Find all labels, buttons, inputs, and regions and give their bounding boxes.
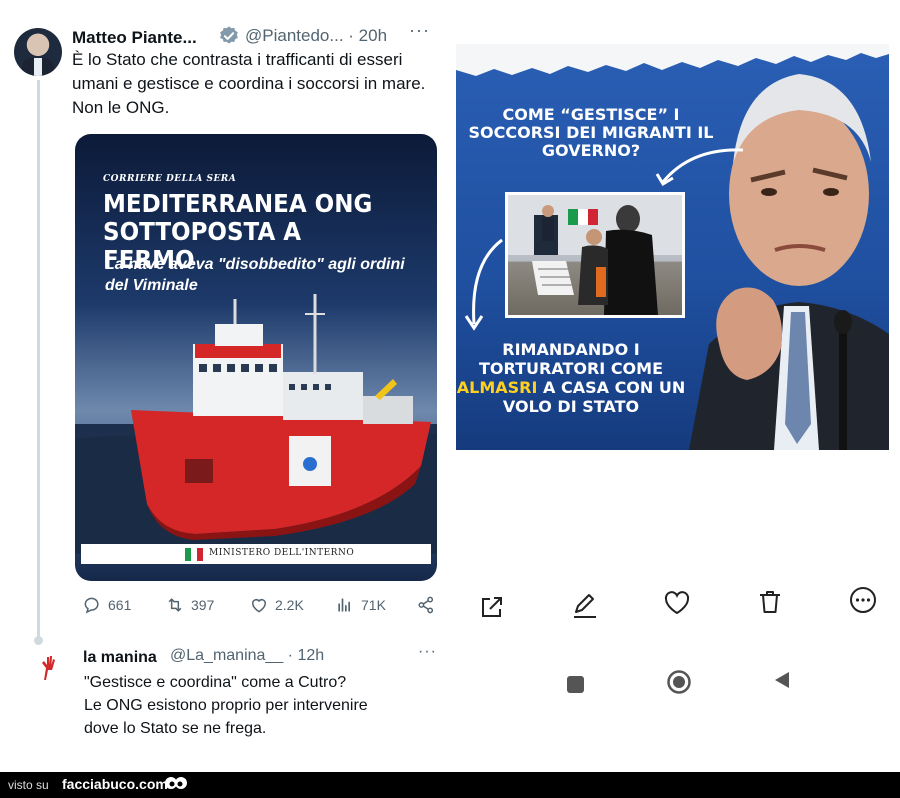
reply-author-name[interactable]: la manina [83, 649, 157, 667]
tweet-time[interactable]: · 20h [348, 26, 387, 45]
share-icon[interactable] [477, 592, 507, 622]
back-icon[interactable] [772, 670, 792, 690]
like-icon [252, 599, 266, 613]
political-meme-card[interactable]: COME “GESTISCE” I SOCCORSI DEI MIGRANTI … [456, 44, 889, 450]
home-icon[interactable] [666, 669, 692, 695]
reply-icon [84, 597, 99, 614]
card-answer-part1: RIMANDANDO I TORTURATORI COME [478, 340, 664, 378]
tweet-image-card[interactable]: CORRIERE DELLA SERA MEDITERRANEA ONG SOT… [75, 134, 437, 581]
retweet-icon [168, 598, 182, 612]
eyes-logo-icon [165, 777, 187, 789]
thread-dot [34, 636, 43, 645]
thread-line [37, 80, 40, 640]
share-action[interactable] [416, 595, 436, 615]
card-subheadline: La nave aveva "disobbedito" agli ordini … [105, 256, 405, 294]
reply-text: "Gestisce e coordina" come a Cutro? Le O… [84, 671, 444, 740]
reply-time[interactable]: · 12h [288, 647, 324, 664]
recents-icon[interactable] [567, 676, 584, 693]
author-handle[interactable]: @Piantedo... [245, 26, 344, 45]
politician-photo [689, 74, 889, 450]
site-name[interactable]: facciabuco.com [62, 776, 168, 792]
newspaper-name: CORRIERE DELLA SERA [103, 174, 237, 184]
more-icon[interactable] [848, 585, 878, 615]
like-action[interactable]: 2.2K [249, 595, 304, 615]
retweet-action[interactable]: 397 [165, 595, 214, 615]
retweet-count: 397 [191, 597, 215, 613]
edit-icon[interactable] [570, 590, 600, 620]
curved-arrow-icon [655, 148, 744, 187]
reply-text-line: dove lo Stato se ne frega. [84, 720, 267, 737]
heart-icon[interactable] [662, 588, 692, 618]
airport-photo [505, 192, 685, 318]
tweet-text: È lo Stato che contrasta i trafficanti d… [72, 50, 426, 117]
reply-text-line: "Gestisce e coordina" come a Cutro? [84, 674, 347, 691]
verified-badge-icon [220, 26, 238, 44]
reply-count: 661 [108, 597, 132, 613]
watermark-bar: visto su facciabuco.com [0, 772, 900, 798]
reply-action[interactable]: 661 [82, 595, 131, 615]
airport-scene [508, 195, 682, 315]
author-handle-time[interactable]: @Piantedo... · 20h [245, 26, 387, 46]
trash-icon[interactable] [755, 587, 785, 617]
reply-handle-time[interactable]: @La_manina__ · 12h [170, 647, 324, 665]
author-avatar[interactable] [14, 28, 62, 76]
author-name[interactable]: Matteo Piante... [72, 28, 197, 48]
views-icon [338, 598, 350, 612]
card-answer: RIMANDANDO I TORTURATORI COME ALMASRI A … [456, 340, 686, 416]
tweet-more-button[interactable]: ··· [409, 20, 430, 41]
reply-text-line: Le ONG esistono proprio per intervenire [84, 697, 368, 714]
curved-arrow-down-icon [464, 238, 503, 331]
card-answer-highlight: ALMASRI [456, 378, 538, 397]
visto-su-label: visto su [8, 778, 49, 792]
italian-flag-icon [185, 548, 203, 561]
like-count: 2.2K [275, 597, 304, 613]
ministry-label: MINISTERO DELL'INTERNO [209, 548, 355, 558]
reply-avatar-hand-icon[interactable] [36, 654, 58, 682]
reply-author-handle[interactable]: @La_manina__ [170, 647, 283, 664]
share-nodes-icon [418, 596, 434, 614]
reply-more-button[interactable]: ··· [418, 643, 437, 661]
views-action[interactable]: 71K [335, 595, 386, 615]
views-count: 71K [361, 597, 386, 613]
